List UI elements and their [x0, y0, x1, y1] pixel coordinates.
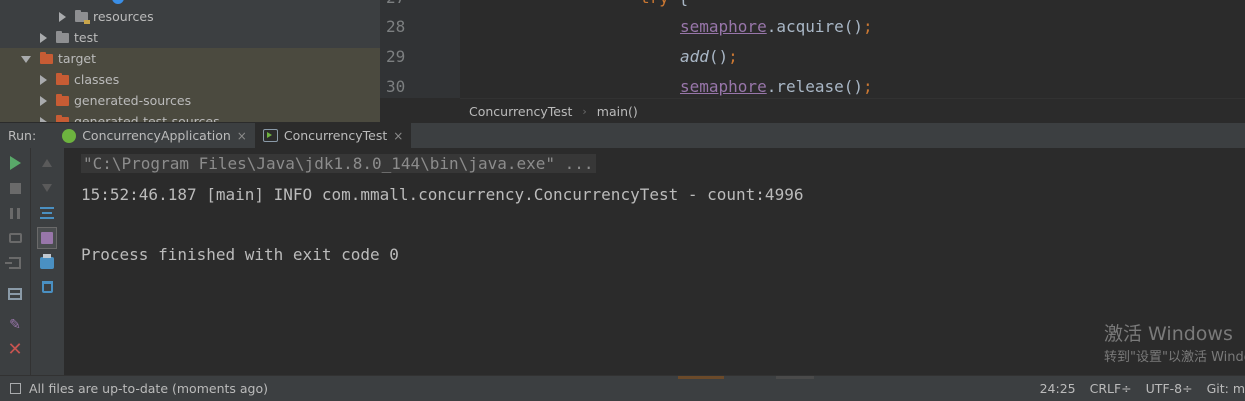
line-number: 27 — [386, 0, 405, 7]
scroll-to-end-icon — [37, 227, 57, 249]
tree-item-target[interactable]: target — [0, 48, 380, 69]
tab-concurrency-application[interactable]: ConcurrencyApplication × — [54, 123, 255, 148]
breadcrumb-class[interactable]: ConcurrencyTest — [469, 104, 572, 119]
console-command-line: "C:\Program Files\Java\jdk1.8.0_144\bin\… — [81, 154, 596, 173]
tree-item-generated-sources[interactable]: generated-sources — [0, 90, 380, 111]
close-icon[interactable]: × — [393, 129, 403, 143]
print-icon — [40, 254, 54, 269]
console-toolbar — [30, 148, 66, 375]
camera-icon — [8, 233, 22, 243]
stop-button[interactable] — [5, 179, 25, 197]
line-separator[interactable]: CRLF÷ — [1090, 381, 1132, 396]
soft-wrap-button[interactable] — [37, 204, 57, 222]
line-number: 28 — [386, 17, 406, 36]
chevron-down-icon[interactable] — [21, 56, 31, 63]
status-widgets: 24:25 CRLF÷ UTF-8÷ Git: m — [1040, 376, 1245, 401]
folder-icon — [56, 30, 69, 43]
exit-button[interactable] — [5, 254, 25, 272]
close-icon[interactable]: × — [237, 129, 247, 143]
run-tool-window-header: Run: ConcurrencyApplication × Concurrenc… — [0, 122, 1245, 149]
status-accent — [678, 376, 724, 379]
file-encoding[interactable]: UTF-8÷ — [1146, 381, 1193, 396]
status-accent — [776, 376, 814, 379]
breadcrumb: ConcurrencyTest › main() — [460, 98, 1245, 123]
dump-threads-button[interactable] — [5, 229, 25, 247]
excluded-folder-icon — [56, 72, 69, 85]
spring-boot-icon — [62, 128, 77, 143]
tree-item-generated-test-sources[interactable]: generated-test-sources — [0, 111, 380, 122]
restore-layout-button[interactable] — [5, 285, 25, 303]
stop-icon — [9, 182, 21, 194]
code-line[interactable]: semaphore.release(); — [680, 77, 873, 96]
editor-area: resources test target classes generated-… — [0, 0, 1245, 123]
excluded-folder-icon — [40, 51, 53, 64]
code-line[interactable]: semaphore.acquire(); — [680, 17, 873, 36]
tool-windows-icon[interactable] — [10, 383, 21, 394]
code-line[interactable]: add(); — [680, 47, 738, 66]
trash-icon — [41, 281, 53, 293]
print-button[interactable] — [37, 254, 57, 272]
close-icon: ✕ — [7, 338, 23, 360]
clear-all-button[interactable] — [37, 278, 57, 296]
module-icon — [112, 0, 124, 4]
chevron-right-icon[interactable] — [59, 11, 66, 22]
chevron-right-icon[interactable] — [40, 74, 47, 85]
run-label: Run: — [8, 128, 37, 143]
caret-position[interactable]: 24:25 — [1040, 381, 1076, 396]
scroll-to-end-button[interactable] — [37, 227, 57, 249]
tab-concurrency-test[interactable]: ConcurrencyTest × — [254, 123, 412, 148]
console-output[interactable]: "C:\Program Files\Java\jdk1.8.0_144\bin\… — [64, 148, 1245, 375]
pin-tab-button[interactable]: ✎ — [5, 316, 25, 334]
pause-button[interactable] — [5, 204, 25, 222]
breadcrumb-method[interactable]: main() — [597, 104, 638, 119]
pause-icon — [10, 207, 20, 219]
status-bar: All files are up-to-date (moments ago) 2… — [0, 375, 1245, 401]
play-icon — [9, 156, 21, 170]
layout-icon — [8, 288, 22, 300]
console-log-line: 15:52:46.187 [main] INFO com.mmall.concu… — [81, 185, 804, 204]
console-exit-line: Process finished with exit code 0 — [81, 245, 399, 264]
line-number: 29 — [386, 47, 406, 66]
vcs-branch[interactable]: Git: m — [1207, 381, 1245, 396]
up-stack-button[interactable] — [37, 154, 57, 172]
line-number: 30 — [386, 77, 406, 96]
soft-wrap-icon — [40, 207, 54, 219]
code-line[interactable]: try { — [640, 0, 688, 7]
project-tree: resources test target classes generated-… — [0, 0, 380, 122]
close-run-button[interactable]: ✕ — [5, 338, 25, 360]
exit-icon — [5, 257, 21, 269]
resources-folder-icon — [75, 9, 90, 24]
tree-item-test[interactable]: test — [40, 27, 98, 48]
activation-watermark-title: 激活 Windows — [1104, 323, 1233, 345]
run-toolbar: ✎ ✕ — [0, 148, 30, 375]
down-stack-button[interactable] — [37, 179, 57, 197]
tree-item-classes[interactable]: classes — [0, 69, 380, 90]
chevron-right-icon[interactable] — [40, 32, 47, 43]
activation-watermark-subtitle: 转到"设置"以激活 Windows — [1104, 350, 1245, 365]
chevron-right-icon: › — [582, 104, 587, 118]
tree-item-resources[interactable]: resources — [59, 6, 154, 27]
status-message: All files are up-to-date (moments ago) — [29, 381, 268, 396]
chevron-right-icon[interactable] — [40, 95, 47, 106]
editor-gutter: 27 28 29 30 — [380, 0, 461, 98]
arrow-down-icon — [42, 184, 52, 192]
code-editor[interactable]: try { semaphore.acquire(); add(); semaph… — [460, 0, 1245, 98]
excluded-folder-icon — [56, 93, 69, 106]
arrow-up-icon — [42, 159, 52, 167]
run-config-icon — [262, 129, 278, 142]
pin-icon: ✎ — [9, 317, 21, 333]
rerun-button[interactable] — [5, 154, 25, 172]
